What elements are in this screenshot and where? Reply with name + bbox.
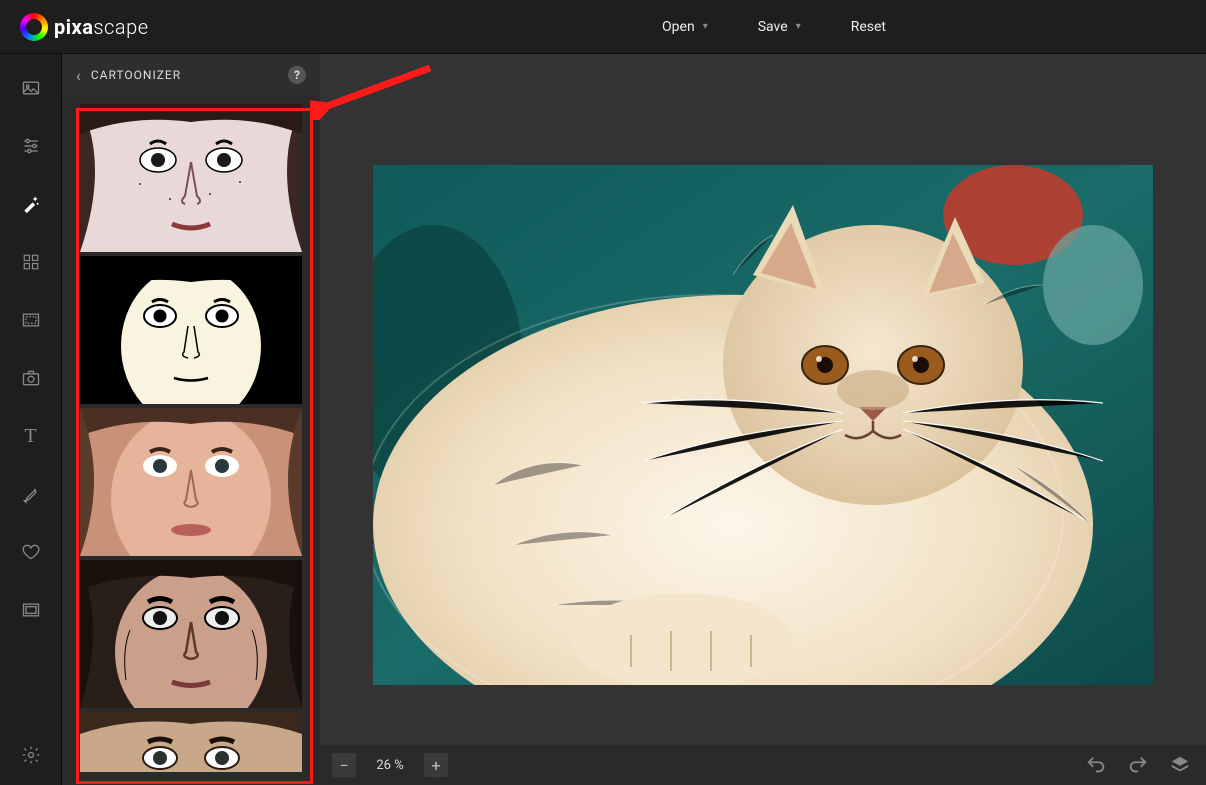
panel-title: CARTOONIZER	[91, 68, 278, 82]
redo-icon[interactable]	[1124, 754, 1152, 776]
undo-icon[interactable]	[1082, 754, 1110, 776]
canvas-viewport[interactable]	[320, 54, 1206, 745]
canvas-area: − 26 % +	[320, 54, 1206, 785]
logo-icon	[20, 13, 48, 41]
top-menu: Open ▾ Save ▾ Reset	[662, 19, 886, 35]
logo-text: pixascape	[54, 15, 149, 39]
help-icon[interactable]: ?	[288, 66, 306, 84]
heart-tool-icon[interactable]	[19, 540, 43, 564]
main-image	[373, 165, 1153, 685]
save-menu[interactable]: Save ▾	[758, 19, 801, 35]
cartoon-preset-2[interactable]	[80, 256, 302, 404]
cartoon-preset-5[interactable]	[80, 712, 302, 772]
bottom-bar: − 26 % +	[320, 745, 1206, 785]
chevron-down-icon: ▾	[796, 21, 801, 32]
back-icon[interactable]: ‹	[76, 66, 81, 85]
save-label: Save	[758, 19, 788, 35]
cartoon-preset-4[interactable]	[80, 560, 302, 708]
adjust-tool-icon[interactable]	[19, 134, 43, 158]
preset-list	[62, 96, 320, 785]
work-area: T ‹ CARTOONIZER ?	[0, 54, 1206, 785]
zoom-out-button[interactable]: −	[332, 753, 356, 777]
frame-tool-icon[interactable]	[19, 598, 43, 622]
cartoon-preset-3[interactable]	[80, 408, 302, 556]
zoom-level: 26 %	[370, 758, 410, 773]
reset-button[interactable]: Reset	[851, 19, 886, 35]
panel-header: ‹ CARTOONIZER ?	[62, 54, 320, 96]
brush-tool-icon[interactable]	[19, 482, 43, 506]
app-logo[interactable]: pixascape	[20, 13, 149, 41]
side-panel: ‹ CARTOONIZER ?	[62, 54, 320, 785]
camera-tool-icon[interactable]	[19, 366, 43, 390]
top-bar: pixascape Open ▾ Save ▾ Reset	[0, 0, 1206, 54]
tool-rail: T	[0, 54, 62, 785]
border-tool-icon[interactable]	[19, 308, 43, 332]
image-tool-icon[interactable]	[19, 76, 43, 100]
open-label: Open	[662, 19, 695, 35]
cartoon-preset-1[interactable]	[80, 104, 302, 252]
open-menu[interactable]: Open ▾	[662, 19, 708, 35]
chevron-down-icon: ▾	[703, 21, 708, 32]
effects-tool-icon[interactable]	[19, 192, 43, 216]
grid-tool-icon[interactable]	[19, 250, 43, 274]
text-tool-icon[interactable]: T	[19, 424, 43, 448]
zoom-in-button[interactable]: +	[424, 753, 448, 777]
settings-icon[interactable]	[19, 743, 43, 767]
layers-icon[interactable]	[1166, 754, 1194, 776]
